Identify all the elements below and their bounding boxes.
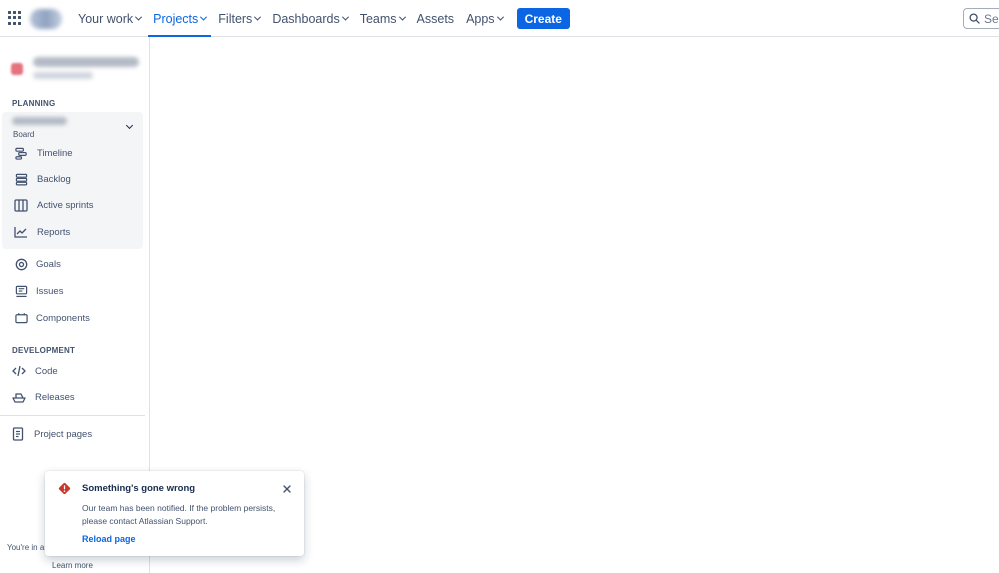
error-flag: Something's gone wrong Our team has been… — [45, 471, 304, 556]
search-placeholder: Sea — [984, 11, 999, 26]
learn-more-link[interactable]: Learn more — [52, 561, 93, 570]
chevron-down-icon — [496, 13, 504, 21]
app-switcher-grid-icon[interactable] — [8, 11, 22, 25]
nav-dashboards[interactable]: Dashboards — [266, 0, 353, 37]
primary-nav: Your work Projects Filters Dashboards Te… — [72, 0, 570, 37]
nav-teams[interactable]: Teams — [354, 0, 411, 37]
sidebar-item-active-sprints[interactable]: Active sprints — [0, 193, 145, 217]
page-icon — [11, 427, 25, 441]
site-logo[interactable] — [30, 9, 62, 29]
sidebar-item-goals[interactable]: Goals — [0, 252, 145, 276]
nav-projects[interactable]: Projects — [147, 0, 212, 37]
error-icon — [58, 482, 71, 500]
issues-icon — [14, 284, 28, 298]
target-icon — [14, 257, 28, 271]
sidebar-item-reports[interactable]: Reports — [0, 220, 145, 244]
nav-filters[interactable]: Filters — [212, 0, 266, 37]
code-icon — [12, 364, 26, 378]
create-button[interactable]: Create — [516, 8, 570, 29]
project-type-redacted — [33, 72, 93, 79]
sidebar-footer-text: You're in a c — [7, 543, 51, 552]
sidebar-item-project-pages[interactable]: Project pages — [0, 422, 145, 446]
sidebar-item-issues[interactable]: Issues — [0, 279, 145, 303]
component-icon — [14, 311, 28, 325]
backlog-icon — [14, 172, 28, 186]
board-columns-icon — [14, 198, 28, 212]
nav-your-work[interactable]: Your work — [72, 0, 147, 37]
board-name-redacted[interactable] — [12, 117, 67, 125]
sidebar-divider — [0, 415, 145, 416]
error-flag-message: Our team has been notified. If the probl… — [82, 503, 276, 526]
nav-assets[interactable]: Assets — [411, 0, 461, 37]
chevron-down-icon — [135, 13, 143, 21]
timeline-icon — [14, 146, 28, 160]
search-input[interactable]: Sea — [963, 8, 999, 29]
project-avatar[interactable] — [11, 63, 23, 75]
planning-section-label: PLANNING — [12, 99, 56, 108]
project-name-redacted[interactable] — [33, 57, 139, 67]
close-icon[interactable] — [281, 482, 293, 494]
error-flag-title: Something's gone wrong — [82, 483, 196, 494]
board-subtitle: Board — [13, 130, 35, 139]
sidebar-item-releases[interactable]: Releases — [0, 385, 145, 409]
chevron-down-icon — [341, 13, 349, 21]
sidebar-item-backlog[interactable]: Backlog — [0, 167, 145, 191]
search-icon — [969, 13, 980, 24]
nav-apps[interactable]: Apps — [460, 0, 509, 37]
sidebar-item-components[interactable]: Components — [0, 306, 145, 330]
chevron-down-icon — [254, 13, 262, 21]
development-section-label: DEVELOPMENT — [12, 346, 76, 355]
top-navigation: Your work Projects Filters Dashboards Te… — [0, 0, 999, 37]
sidebar-item-timeline[interactable]: Timeline — [0, 141, 145, 165]
chart-line-icon — [14, 225, 28, 239]
chevron-down-icon — [200, 13, 208, 21]
reload-page-link[interactable]: Reload page — [82, 534, 136, 544]
sidebar-item-code[interactable]: Code — [0, 359, 145, 383]
chevron-down-icon — [398, 13, 406, 21]
ship-icon — [12, 390, 26, 404]
